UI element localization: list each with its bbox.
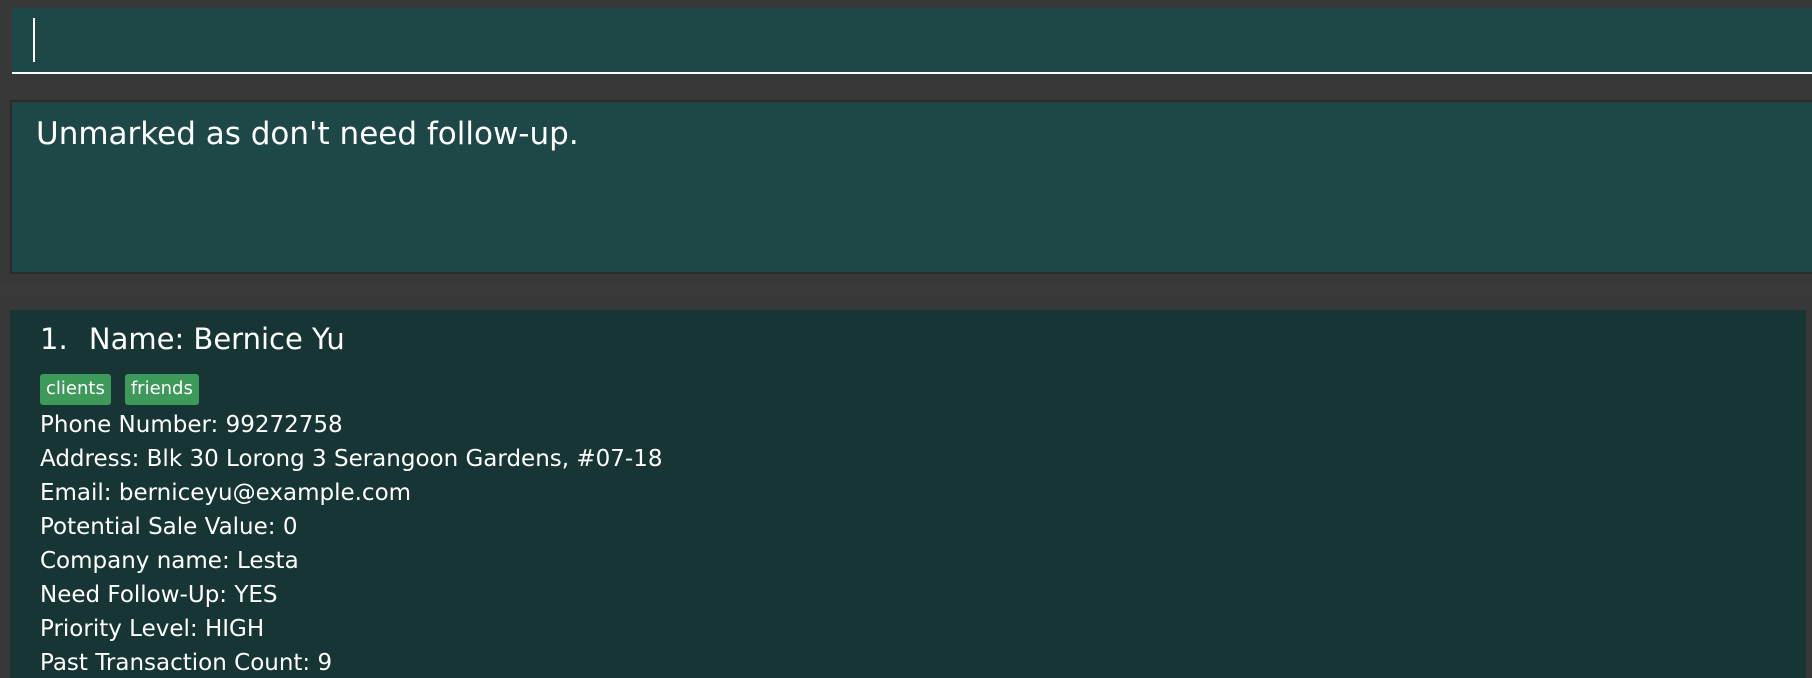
transaction-count-field: Past Transaction Count: 9 [40, 650, 333, 676]
company-field: Company name: Lesta [40, 548, 299, 574]
result-message: Unmarked as don't need follow-up. [36, 116, 579, 152]
sale-value-field: Potential Sale Value: 0 [40, 514, 298, 540]
person-list[interactable]: 1. Name: Bernice Yu clients friends Phon… [0, 296, 1812, 678]
email-field: Email: berniceyu@example.com [40, 480, 412, 506]
app-window: Unmarked as don't need follow-up. 1. Nam… [0, 0, 1812, 678]
tag-badge: clients [40, 374, 111, 405]
phone-field: Phone Number: 99272758 [40, 412, 343, 438]
person-name: Name: Bernice Yu [88, 322, 345, 356]
address-field: Address: Blk 30 Lorong 3 Serangoon Garde… [40, 446, 663, 472]
person-details: Phone Number: 99272758 Address: Blk 30 L… [40, 408, 662, 678]
text-caret [33, 18, 35, 62]
person-card[interactable]: 1. Name: Bernice Yu clients friends Phon… [10, 310, 1806, 678]
command-pane [0, 0, 1812, 88]
command-input[interactable] [32, 14, 1792, 66]
person-header: 1. Name: Bernice Yu [40, 322, 345, 356]
follow-up-field: Need Follow-Up: YES [40, 582, 278, 608]
priority-field: Priority Level: HIGH [40, 616, 265, 642]
result-display[interactable]: Unmarked as don't need follow-up. [10, 100, 1812, 274]
person-index: 1. [40, 322, 68, 356]
tag-list: clients friends [40, 374, 199, 405]
command-box [12, 8, 1812, 74]
tag-badge: friends [124, 374, 199, 405]
result-pane: Unmarked as don't need follow-up. [0, 88, 1812, 286]
